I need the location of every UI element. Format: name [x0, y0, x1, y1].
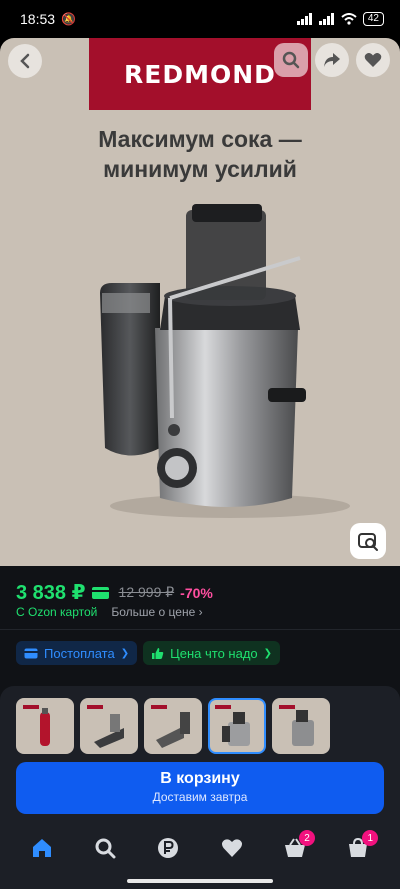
price-row[interactable]: 3 838 ₽ 12 999 ₽ -70%	[16, 580, 213, 605]
thumbnail[interactable]	[80, 698, 138, 754]
thumbnail[interactable]	[272, 698, 330, 754]
more-about-price-link[interactable]: Больше о цене ›	[111, 605, 202, 619]
tab-search[interactable]	[85, 828, 125, 868]
chevron-right-icon: ❯	[120, 647, 130, 659]
wifi-icon	[341, 13, 357, 25]
good-price-label: Цена что надо	[170, 645, 258, 661]
status-bar: 18:53 🔕 42	[0, 0, 400, 38]
juicer-thumbnail-image	[94, 714, 124, 748]
tab-finance[interactable]	[148, 828, 188, 868]
price-sub-row: С Ozon картой Больше о цене ›	[16, 605, 203, 619]
search-icon	[95, 838, 116, 859]
chevron-right-icon: ❯	[263, 647, 273, 659]
add-to-cart-label: В корзину	[160, 770, 240, 787]
bottom-action-sheet: В корзину Доставим завтра 2 1	[0, 686, 400, 889]
signal-icon	[296, 13, 312, 25]
status-time: 18:53	[20, 11, 56, 27]
postpay-chip[interactable]: Постоплата ❯	[16, 641, 138, 665]
juicer-thumbnail-image	[222, 712, 250, 746]
product-image[interactable]: REDMOND Максимум сока — минимум усилий	[0, 38, 400, 566]
divider	[0, 629, 400, 630]
card-icon	[91, 586, 109, 599]
add-to-cart-button[interactable]: В корзину Доставим завтра	[16, 762, 384, 814]
good-price-chip[interactable]: Цена что надо ❯	[143, 641, 281, 665]
signal-icon-2	[318, 13, 334, 25]
image-search-button[interactable]	[350, 523, 386, 559]
more-about-price-label: Больше о цене	[111, 605, 196, 619]
card-icon	[24, 648, 38, 658]
thumbnail-selected[interactable]	[208, 698, 266, 754]
juicer-thumbnail-image	[292, 710, 314, 746]
tab-profile[interactable]: 1	[338, 828, 379, 868]
battery-indicator: 42	[362, 12, 384, 26]
mute-icon: 🔕	[61, 12, 76, 26]
thumbs-up-icon	[152, 647, 164, 659]
old-price: 12 999 ₽	[118, 584, 175, 600]
ruble-icon	[158, 838, 179, 858]
ozon-card-label: С Ozon картой	[16, 605, 98, 619]
camera-search-icon	[358, 533, 378, 551]
tab-favorites[interactable]	[212, 828, 252, 868]
juicer-thumbnail-image	[40, 708, 50, 746]
profile-badge: 1	[362, 830, 379, 846]
postpay-label: Постоплата	[44, 645, 115, 661]
tab-home[interactable]	[22, 828, 62, 868]
current-price: 3 838 ₽	[16, 582, 86, 604]
tab-cart[interactable]: 2	[275, 828, 315, 868]
juicer-thumbnail-image	[156, 712, 190, 748]
delivery-label: Доставим завтра	[152, 790, 248, 804]
promo-chips: Постоплата ❯ Цена что надо ❯	[16, 641, 281, 665]
juicer-illustration	[100, 204, 350, 518]
heart-icon	[221, 839, 242, 857]
thumbnail-strip	[16, 698, 330, 754]
home-icon	[32, 839, 51, 857]
bottom-tab-bar: 2 1	[0, 828, 400, 868]
thumbnail[interactable]	[16, 698, 74, 754]
thumbnail[interactable]	[144, 698, 202, 754]
home-indicator	[127, 879, 273, 883]
chevron-right-icon: ›	[198, 605, 203, 619]
cart-badge: 2	[298, 830, 315, 846]
discount-badge: -70%	[180, 584, 213, 601]
